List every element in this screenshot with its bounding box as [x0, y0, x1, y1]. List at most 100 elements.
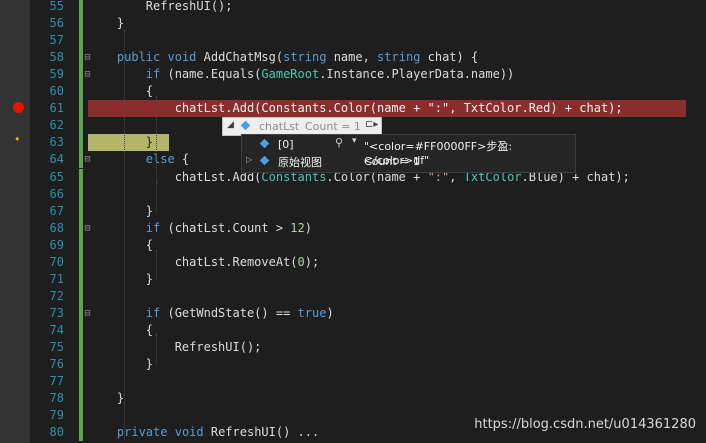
- indent-guide: [156, 182, 157, 212]
- line-number: 79: [49, 408, 64, 423]
- change-indicator: [79, 390, 83, 408]
- code-line[interactable]: 76 }: [0, 356, 706, 374]
- change-indicator: [79, 270, 83, 288]
- code-text[interactable]: }: [88, 356, 153, 373]
- change-indicator: [79, 117, 83, 135]
- code-token: }: [88, 135, 154, 150]
- line-number: 71: [49, 271, 64, 286]
- code-token: }: [88, 203, 154, 218]
- code-text[interactable]: }: [88, 271, 153, 288]
- code-editor[interactable]: ➧ 55 RefreshUI(); 56 } 57 58 ⊟ public void A…: [0, 0, 706, 443]
- code-token: string: [377, 50, 421, 65]
- change-indicator: [79, 32, 83, 50]
- code-text[interactable]: }: [88, 15, 124, 32]
- pin-icon[interactable]: ⊏▸: [365, 119, 378, 130]
- line-number: 59: [49, 67, 64, 82]
- magnifier-icon[interactable]: ⚲: [335, 136, 343, 149]
- code-token: if: [145, 305, 161, 320]
- code-token: if: [145, 67, 161, 82]
- code-token: }: [88, 391, 125, 406]
- code-token: {: [88, 322, 154, 337]
- code-line[interactable]: 70 chatLst.RemoveAt(0);: [0, 253, 706, 271]
- datatip-row[interactable]: [0] ⚲ ▾ "<color=#FF0000FF>步盈:</color>df": [242, 136, 575, 167]
- datatip-count: Count = 1: [305, 120, 361, 133]
- datatip-row-name: 原始视图: [278, 156, 322, 169]
- code-line[interactable]: 68 ⊟ if (chatLst.Count > 12): [0, 219, 706, 237]
- code-line[interactable]: 77: [0, 373, 706, 391]
- code-text[interactable]: {: [88, 237, 153, 254]
- code-token: 12: [290, 220, 305, 235]
- code-text[interactable]: else {: [88, 151, 189, 168]
- change-indicator: [79, 339, 83, 356]
- code-line[interactable]: 78 }: [0, 390, 706, 408]
- code-line[interactable]: 71 }: [0, 270, 706, 288]
- code-token: (chatLst.Count >: [160, 220, 291, 235]
- code-text[interactable]: if (name.Equals(GameRoot.Instance.Player…: [88, 66, 514, 83]
- code-text[interactable]: {: [88, 83, 153, 100]
- code-line[interactable]: 58 ⊟ public void AddChatMsg(string name, …: [0, 49, 706, 67]
- code-text[interactable]: }: [88, 203, 153, 220]
- code-line[interactable]: 72: [0, 287, 706, 305]
- code-line[interactable]: 59 ⊟ if (name.Equals(GameRoot.Instance.Pl…: [0, 66, 706, 84]
- code-line[interactable]: 61 chatLst.Add(Constants.Color(name + ":…: [0, 100, 706, 118]
- code-line[interactable]: 66: [0, 185, 706, 203]
- code-line[interactable]: 57: [0, 32, 706, 50]
- line-number: 68: [49, 220, 64, 235]
- code-text[interactable]: if (chatLst.Count > 12): [88, 220, 312, 237]
- code-token: (name.Equals(: [160, 67, 262, 82]
- line-number: 65: [49, 169, 64, 184]
- code-token: chatLst.Add(Constants.Color(name + ":", …: [88, 101, 623, 116]
- change-indicator: [79, 202, 83, 220]
- expand-arrow-icon[interactable]: ◢: [227, 120, 234, 130]
- code-text[interactable]: chatLst.Add(Constants.Color(name + ":", …: [88, 100, 623, 117]
- code-text[interactable]: RefreshUI();: [88, 0, 233, 15]
- code-text[interactable]: }: [88, 134, 153, 151]
- code-line[interactable]: 75 RefreshUI();: [0, 339, 706, 356]
- code-text[interactable]: public void AddChatMsg(string name, stri…: [88, 49, 478, 66]
- code-line[interactable]: 56 }: [0, 15, 706, 33]
- code-token: RefreshUI();: [88, 0, 233, 13]
- code-text[interactable]: chatLst.RemoveAt(0);: [88, 254, 320, 271]
- change-indicator: [79, 356, 83, 374]
- line-number: 62: [49, 118, 64, 133]
- code-line[interactable]: 60 {: [0, 83, 706, 101]
- code-text[interactable]: RefreshUI();: [88, 339, 262, 356]
- line-number: 77: [49, 374, 64, 389]
- line-number: 66: [49, 186, 64, 201]
- code-line[interactable]: 74 {: [0, 321, 706, 339]
- indent-guide: [156, 250, 157, 280]
- expand-arrow-icon[interactable]: ▷: [246, 155, 252, 164]
- datatip-row-value: Count = 1: [364, 155, 420, 168]
- code-token: chatLst.RemoveAt(: [88, 254, 298, 269]
- chevron-down-icon[interactable]: ▾: [352, 136, 357, 146]
- indent-guide: [124, 30, 125, 440]
- datatip-row[interactable]: ▷ 原始视图 Count = 1: [242, 153, 575, 170]
- code-token: else: [145, 152, 175, 167]
- code-line[interactable]: 55 RefreshUI();: [0, 0, 706, 15]
- code-line[interactable]: 69 {: [0, 236, 706, 254]
- line-number: 75: [49, 340, 64, 354]
- change-indicator: [79, 134, 83, 152]
- code-text[interactable]: }: [88, 390, 124, 407]
- change-indicator: [79, 168, 83, 186]
- line-number: 72: [49, 288, 64, 303]
- object-icon: [259, 138, 270, 149]
- code-token: GameRoot: [261, 67, 320, 82]
- code-token: }: [88, 16, 125, 31]
- code-token: }: [88, 357, 154, 372]
- line-number: 63: [49, 135, 64, 150]
- code-line[interactable]: 73 ⊟ if (GetWndState() == true): [0, 304, 706, 322]
- datatip-variable-name: chatLst: [259, 120, 300, 133]
- change-indicator: [79, 15, 83, 33]
- code-token: }: [88, 271, 154, 286]
- line-number: 74: [49, 322, 64, 337]
- code-text[interactable]: private void RefreshUI() ...: [88, 424, 319, 441]
- code-line[interactable]: 67 }: [0, 202, 706, 220]
- code-text[interactable]: {: [88, 322, 153, 339]
